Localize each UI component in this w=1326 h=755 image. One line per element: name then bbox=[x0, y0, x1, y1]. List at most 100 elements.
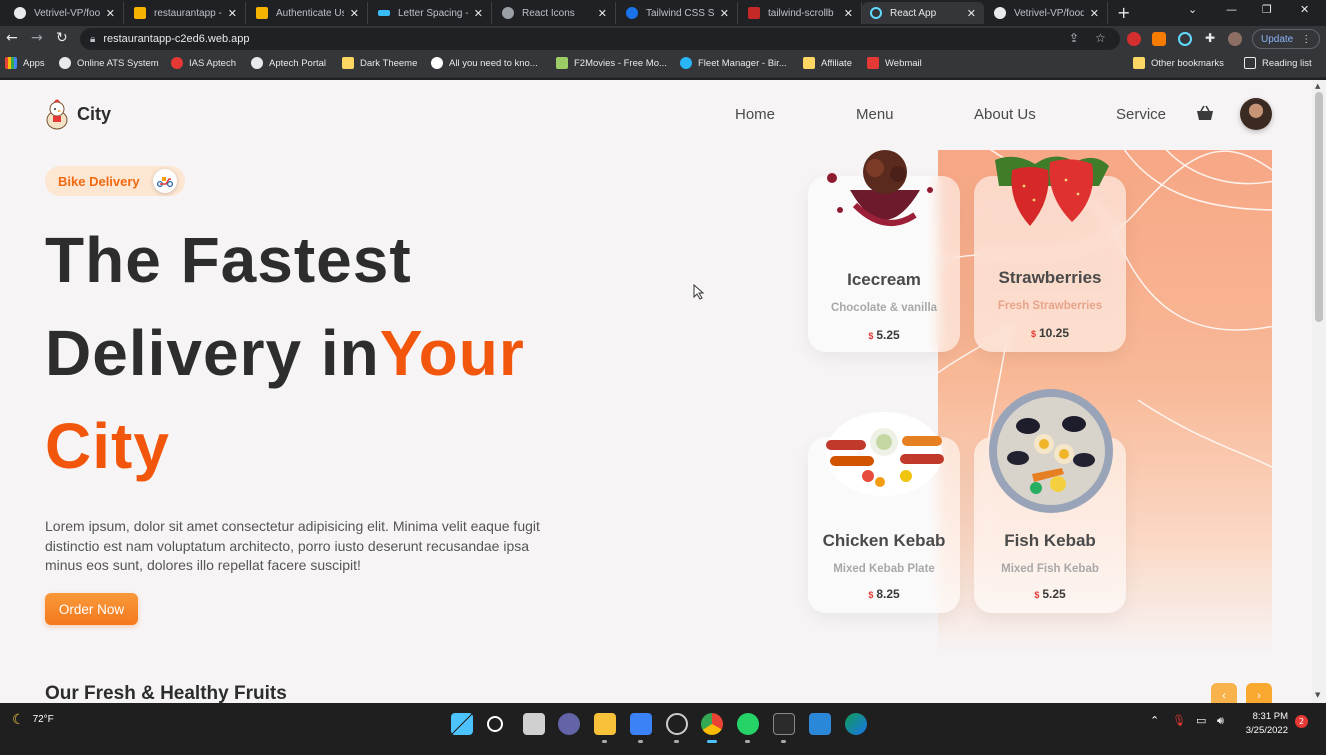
maximize-button[interactable]: ❐ bbox=[1262, 3, 1272, 16]
search-icon[interactable] bbox=[487, 716, 503, 732]
notepad-icon[interactable] bbox=[809, 713, 831, 735]
close-window-button[interactable]: ✕ bbox=[1300, 3, 1309, 16]
nav-about-us[interactable]: About Us bbox=[974, 106, 1036, 123]
whatsapp-icon[interactable] bbox=[737, 713, 759, 735]
teams-chat-icon[interactable] bbox=[558, 713, 580, 735]
reading-list[interactable]: Reading list bbox=[1244, 57, 1312, 69]
folder-icon bbox=[342, 57, 354, 69]
bookmark-item[interactable]: Affiliate bbox=[803, 57, 852, 69]
minimize-button[interactable]: — bbox=[1226, 3, 1237, 16]
microphone-icon[interactable]: 🎙︎ bbox=[1172, 714, 1186, 727]
strawberries-image bbox=[995, 156, 1109, 226]
bookmark-item[interactable]: Dark Theeme bbox=[342, 57, 417, 69]
nav-service[interactable]: Service bbox=[1116, 106, 1166, 123]
browser-tab[interactable]: restaurantapp - ✕ bbox=[126, 2, 246, 24]
task-view-icon[interactable] bbox=[523, 713, 545, 735]
folder-icon bbox=[1133, 57, 1145, 69]
forward-icon[interactable]: → bbox=[31, 30, 43, 46]
scrollbar-thumb[interactable] bbox=[1315, 92, 1323, 322]
close-icon[interactable]: ✕ bbox=[106, 7, 115, 20]
back-icon[interactable]: ← bbox=[6, 30, 18, 46]
chef-logo-icon bbox=[46, 99, 68, 130]
browser-tab[interactable]: Authenticate Us ✕ bbox=[248, 2, 368, 24]
aptech-icon bbox=[171, 57, 183, 69]
browser-tab[interactable]: Tailwind CSS Sp ✕ bbox=[618, 2, 738, 24]
react-devtools-icon[interactable] bbox=[1178, 32, 1192, 46]
extension-icon[interactable] bbox=[1127, 32, 1141, 46]
store-icon[interactable] bbox=[630, 713, 652, 735]
bookmarks-bar: Apps Online ATS System IAS Aptech Aptech… bbox=[0, 52, 1326, 78]
volume-icon[interactable]: 🔊︎ bbox=[1217, 714, 1224, 728]
close-icon[interactable]: ✕ bbox=[844, 7, 853, 20]
app-icon[interactable] bbox=[666, 713, 688, 735]
tab-search-icon[interactable]: ⌄ bbox=[1188, 3, 1197, 16]
scroll-right-button[interactable]: › bbox=[1246, 683, 1272, 703]
hero-line-2: Delivery inYour bbox=[45, 317, 525, 389]
reload-icon[interactable]: ↻ bbox=[56, 30, 68, 46]
hero-line-3: City bbox=[45, 410, 170, 482]
notification-badge[interactable]: 2 bbox=[1295, 715, 1308, 728]
bookmark-item[interactable]: All you need to kno... bbox=[431, 57, 538, 69]
nav-menu[interactable]: Menu bbox=[856, 106, 894, 123]
terminal-icon[interactable] bbox=[773, 713, 795, 735]
system-clock[interactable]: 8:31 PM 3/25/2022 bbox=[1240, 710, 1288, 738]
other-bookmarks[interactable]: Other bookmarks bbox=[1133, 57, 1224, 69]
metamask-icon[interactable] bbox=[1152, 32, 1166, 46]
edge-icon[interactable] bbox=[845, 713, 867, 735]
profile-icon[interactable] bbox=[1228, 32, 1242, 46]
brand-logo[interactable]: City bbox=[44, 98, 111, 130]
globe-icon bbox=[59, 57, 71, 69]
firebase-icon bbox=[134, 7, 146, 19]
user-avatar[interactable] bbox=[1240, 98, 1272, 130]
tailwind-icon bbox=[378, 10, 390, 16]
bookmark-item[interactable]: Fleet Manager - Bir... bbox=[680, 57, 787, 69]
new-tab-button[interactable]: + bbox=[1117, 3, 1130, 22]
windows-start-icon[interactable] bbox=[451, 713, 473, 735]
close-icon[interactable]: ✕ bbox=[598, 7, 607, 20]
bookmark-item[interactable]: IAS Aptech bbox=[171, 57, 236, 69]
basket-icon[interactable] bbox=[1196, 105, 1214, 121]
close-icon[interactable]: ✕ bbox=[1090, 7, 1099, 20]
chrome-icon[interactable] bbox=[701, 713, 723, 735]
browser-tab[interactable]: Vetrivel-VP/food ✕ bbox=[6, 2, 124, 24]
nav-home[interactable]: Home bbox=[735, 106, 775, 123]
close-icon[interactable]: ✕ bbox=[720, 7, 729, 20]
bookmark-item[interactable]: F2Movies - Free Mo... bbox=[556, 57, 667, 69]
network-icon[interactable]: ▭ bbox=[1196, 714, 1206, 727]
close-icon[interactable]: ✕ bbox=[474, 7, 483, 20]
tray-chevron-icon[interactable]: ⌃ bbox=[1150, 714, 1159, 727]
fish-kebab-image bbox=[989, 389, 1113, 513]
close-icon[interactable]: ✕ bbox=[228, 7, 237, 20]
bookmark-apps[interactable]: Apps bbox=[5, 57, 45, 69]
close-icon[interactable]: ✕ bbox=[967, 7, 976, 20]
share-icon[interactable]: ⇪ bbox=[1069, 31, 1079, 45]
web-page: City Home Menu About Us Service Bike Del… bbox=[0, 80, 1312, 703]
browser-tab[interactable]: tailwind-scrollb ✕ bbox=[740, 2, 862, 24]
weather-widget[interactable]: ☾ 72°F bbox=[12, 711, 54, 728]
bike-delivery-badge: Bike Delivery bbox=[45, 166, 185, 196]
browser-tab-active[interactable]: React App ✕ bbox=[862, 2, 984, 24]
update-button[interactable]: Update ⋮ bbox=[1252, 29, 1321, 49]
globe-icon bbox=[251, 57, 263, 69]
page-scrollbar[interactable]: ▲ ▼ bbox=[1312, 80, 1326, 703]
bookmark-item[interactable]: Webmail bbox=[867, 57, 922, 69]
scroll-down-icon[interactable]: ▼ bbox=[1315, 691, 1320, 699]
browser-tab[interactable]: Letter Spacing - ✕ bbox=[370, 2, 492, 24]
browser-tab[interactable]: React Icons ✕ bbox=[494, 2, 616, 24]
bookmark-item[interactable]: Online ATS System bbox=[59, 57, 159, 69]
scroll-left-button[interactable]: ‹ bbox=[1211, 683, 1237, 703]
bookmark-item[interactable]: Aptech Portal bbox=[251, 57, 326, 69]
npm-icon bbox=[748, 7, 760, 19]
order-now-button[interactable]: Order Now bbox=[45, 593, 138, 625]
address-bar[interactable]: 🔒︎ restaurantapp-c2ed6.web.app bbox=[80, 28, 1120, 50]
bookmark-star-icon[interactable]: ☆ bbox=[1095, 31, 1106, 45]
f2movies-icon bbox=[556, 57, 568, 69]
browser-tab[interactable]: Vetrivel-VP/food ✕ bbox=[986, 2, 1108, 24]
close-icon[interactable]: ✕ bbox=[350, 7, 359, 20]
browser-toolbar: ← → ↻ 🔒︎ restaurantapp-c2ed6.web.app ⇪ ☆… bbox=[0, 26, 1326, 52]
react-icon bbox=[870, 7, 882, 19]
mouse-cursor-icon bbox=[693, 284, 705, 300]
scroll-up-icon[interactable]: ▲ bbox=[1315, 82, 1320, 90]
file-explorer-icon[interactable] bbox=[594, 713, 616, 735]
puzzle-icon[interactable]: ✚ bbox=[1205, 31, 1215, 45]
